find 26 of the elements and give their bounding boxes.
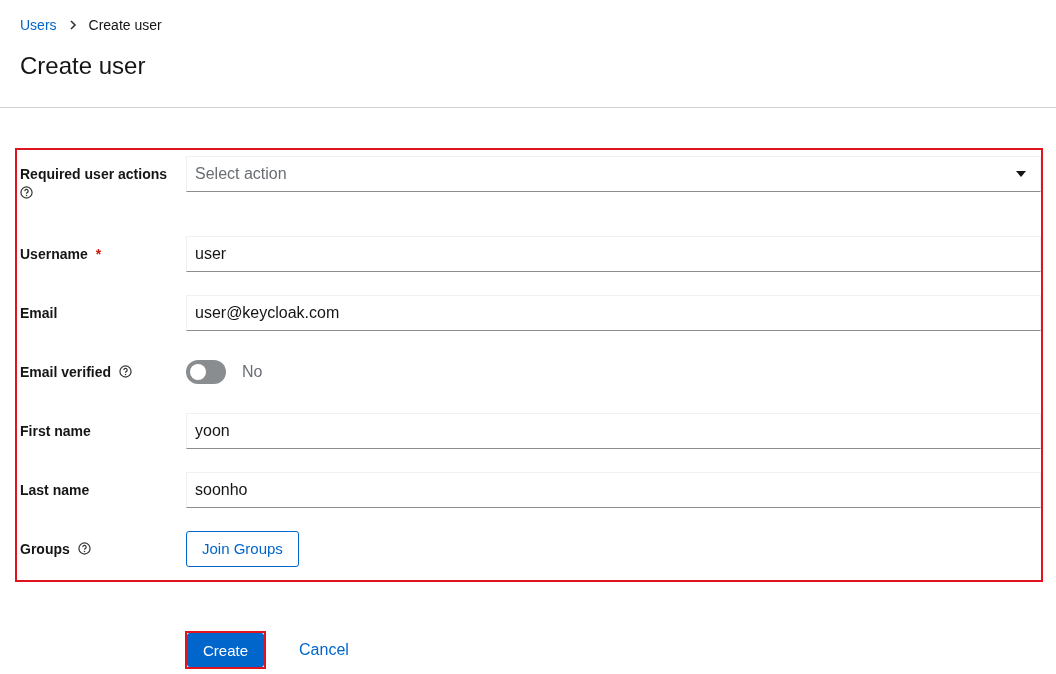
page-title: Create user [20,52,147,80]
text-field[interactable]: user@keycloak.com [186,294,1041,331]
help-icon[interactable] [119,365,133,378]
chevron-right-icon [68,20,77,30]
field-label: Groups [20,540,70,557]
field-label: Username [20,245,88,262]
text-field[interactable]: soonho [186,471,1041,508]
help-icon[interactable] [77,542,91,555]
toggle-state-label: No [242,362,263,381]
field-label: Required user actions [20,166,168,182]
field-label: Email [20,304,58,321]
field-label: Email verified [20,363,112,380]
required-marker: * [95,245,102,262]
toggle-switch[interactable] [186,359,226,384]
breadcrumb-link[interactable]: Users [20,17,57,33]
cancel-link[interactable]: Cancel [299,641,349,659]
text-field[interactable]: yoon [186,412,1041,449]
field-label: Last name [20,481,90,498]
create-button[interactable]: Create [187,633,265,667]
select-field[interactable]: Select action [186,156,1041,192]
caret-down-icon [1016,171,1026,177]
breadcrumb-current: Create user [88,17,162,33]
help-icon[interactable] [20,186,33,199]
field-label: First name [20,422,91,439]
join-groups-button[interactable]: Join Groups [186,530,299,567]
text-field[interactable]: user [186,235,1041,272]
